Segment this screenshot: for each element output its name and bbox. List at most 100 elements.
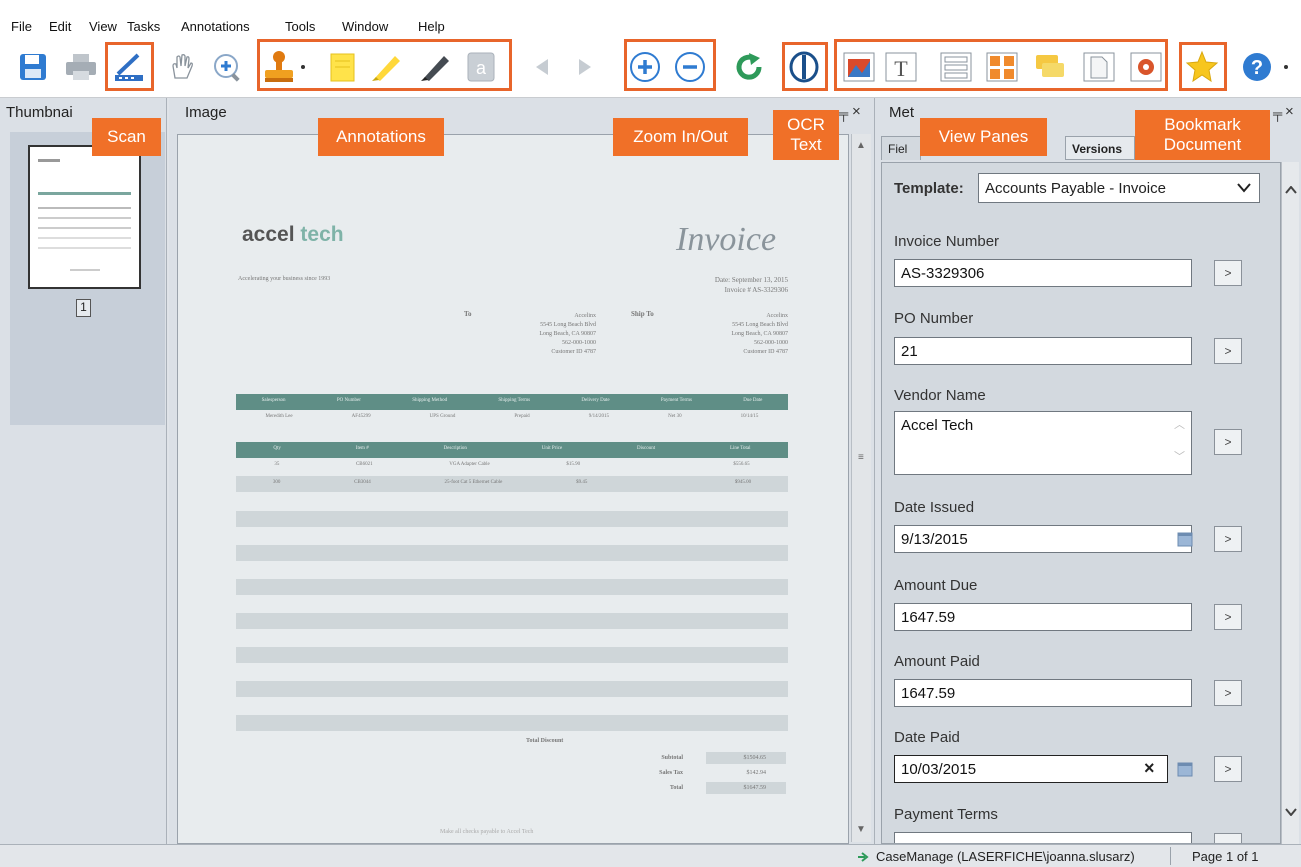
- invoice-tagline: Accelerating your business since 1993: [238, 276, 331, 282]
- pen-icon[interactable]: [417, 48, 455, 86]
- image-pane-title: Image: [185, 104, 227, 121]
- thumbnail-page[interactable]: [28, 145, 141, 289]
- menu-window[interactable]: Window: [342, 19, 388, 34]
- menu-annotations[interactable]: Annotations: [181, 19, 250, 34]
- zoom-out-icon[interactable]: [671, 48, 709, 86]
- items-table-row: 35 CB6021 VGA Adapter Cable $15.90 $556.65: [274, 462, 750, 467]
- versions-pane-icon[interactable]: [1080, 48, 1118, 86]
- amount-paid-field[interactable]: 1647.59: [894, 679, 1192, 707]
- tab-versions[interactable]: Versions: [1065, 136, 1135, 160]
- rotate-icon[interactable]: [730, 48, 768, 86]
- invoice-title: Invoice: [676, 221, 777, 258]
- menu-file[interactable]: File: [11, 19, 32, 34]
- text-pane-icon[interactable]: T: [882, 48, 920, 86]
- tab-fields[interactable]: Fiel: [881, 136, 921, 160]
- repository-arrow-icon: [858, 852, 869, 862]
- scroll-down-icon[interactable]: [1285, 808, 1297, 816]
- image-pane-icon[interactable]: [840, 48, 878, 86]
- svg-text:?: ?: [1251, 57, 1263, 79]
- invoice-logo: accel tech: [242, 223, 344, 246]
- zoom-in-icon[interactable]: [626, 48, 664, 86]
- menu-help[interactable]: Help: [418, 19, 445, 34]
- invoice-number-expand-button[interactable]: >: [1214, 260, 1242, 286]
- menu-bar: File Edit View Tasks Annotations Tools W…: [0, 0, 1301, 38]
- save-icon[interactable]: [14, 48, 52, 86]
- bookmark-star-icon[interactable]: [1183, 48, 1221, 86]
- scroll-up-icon[interactable]: ︿: [1174, 416, 1185, 432]
- po-number-field[interactable]: 21: [894, 337, 1192, 365]
- scroll-up-icon[interactable]: [1285, 186, 1297, 194]
- clear-icon[interactable]: ×: [1144, 758, 1155, 779]
- image-pane-close-icon[interactable]: ×: [852, 103, 861, 120]
- amount-due-expand-button[interactable]: >: [1214, 604, 1242, 630]
- items-table-row-blank: [236, 613, 788, 629]
- date-paid-field[interactable]: 10/03/2015: [894, 755, 1168, 783]
- scan-icon[interactable]: [110, 48, 148, 86]
- zoom-tool-icon[interactable]: [208, 48, 246, 86]
- ocr-callout: OCR Text: [773, 110, 839, 160]
- toolbar: a T ?: [0, 38, 1301, 98]
- invoice-number-field[interactable]: AS-3329306: [894, 259, 1192, 287]
- metadata-form: Template: Accounts Payable - Invoice Inv…: [881, 162, 1281, 844]
- invoice-number: Invoice # AS-3329306: [724, 286, 788, 294]
- items-table-header-labels: Qty Item # Description Unit Price Discount Li…: [273, 446, 751, 451]
- help-icon[interactable]: ?: [1238, 48, 1276, 86]
- invoice-document: accel tech Invoice Accelerating your bus…: [177, 134, 849, 844]
- amount-due-field[interactable]: 1647.59: [894, 603, 1192, 631]
- chevron-down-icon: [1237, 183, 1251, 193]
- items-table-row-blank: [236, 511, 788, 527]
- items-table-row-blank: [236, 715, 788, 731]
- menu-tools[interactable]: Tools: [285, 19, 315, 34]
- ship-to-label: Ship To: [631, 310, 654, 318]
- image-vertical-scrollbar[interactable]: ▲ ≡ ▼: [851, 134, 871, 842]
- scroll-down-icon[interactable]: ﹀: [1174, 448, 1185, 464]
- menu-edit[interactable]: Edit: [49, 19, 71, 34]
- date-issued-expand-button[interactable]: >: [1214, 526, 1242, 552]
- amount-paid-expand-button[interactable]: >: [1214, 680, 1242, 706]
- ocr-text-icon[interactable]: [785, 48, 823, 86]
- annotations-callout: Annotations: [318, 118, 444, 156]
- image-pane-pin-icon[interactable]: ╤: [839, 106, 848, 121]
- amount-paid-label: Amount Paid: [894, 653, 980, 670]
- po-number-expand-button[interactable]: >: [1214, 338, 1242, 364]
- menu-tasks[interactable]: Tasks: [127, 19, 160, 34]
- date-paid-expand-button[interactable]: >: [1214, 756, 1242, 782]
- scan-callout: Scan: [92, 118, 161, 156]
- payment-terms-expand-button[interactable]: >: [1214, 833, 1242, 843]
- metadata-pane: Met ╤ × Fiel Versions Template: Accounts…: [874, 98, 1301, 844]
- annotations-pane-icon[interactable]: [1030, 48, 1068, 86]
- date-issued-field[interactable]: 9/13/2015: [894, 525, 1192, 553]
- to-label: To: [464, 310, 472, 318]
- metadata-pane-close-icon[interactable]: ×: [1285, 103, 1294, 120]
- highlighter-icon[interactable]: [368, 48, 406, 86]
- sticky-note-icon[interactable]: [323, 48, 361, 86]
- page-indicator: Page 1 of 1: [1192, 849, 1259, 864]
- calendar-icon[interactable]: [1177, 531, 1193, 547]
- stamp-dropdown-icon[interactable]: [296, 48, 310, 86]
- metadata-pane-pin-icon[interactable]: ╤: [1273, 106, 1282, 121]
- calendar-icon[interactable]: [1177, 761, 1193, 777]
- payment-terms-field[interactable]: [894, 832, 1192, 843]
- next-page-icon[interactable]: [566, 48, 604, 86]
- pan-hand-icon[interactable]: [163, 48, 201, 86]
- vendor-name-field[interactable]: Accel Tech ︿ ﹀: [894, 411, 1192, 475]
- bookmark-callout: Bookmark Document: [1135, 110, 1270, 160]
- amount-due-label: Amount Due: [894, 577, 978, 594]
- thumbnails-pane: Thumbnai 1: [0, 98, 167, 844]
- fields-pane-icon[interactable]: [937, 48, 975, 86]
- print-icon[interactable]: [62, 48, 100, 86]
- app-window: File Edit View Tasks Annotations Tools W…: [0, 0, 1301, 867]
- metadata-pane-title: Met: [889, 104, 915, 121]
- thumbnails-pane-icon[interactable]: [983, 48, 1021, 86]
- metadata-scrollbar[interactable]: [1281, 162, 1299, 844]
- template-select[interactable]: Accounts Payable - Invoice: [978, 173, 1260, 203]
- previous-page-icon[interactable]: [523, 48, 561, 86]
- repository-status: CaseManage (LASERFICHE\joanna.slusarz): [876, 849, 1135, 864]
- invoice-date: Date: September 13, 2015: [714, 276, 788, 284]
- text-annotation-icon[interactable]: a: [462, 48, 500, 86]
- stamp-icon[interactable]: [260, 48, 298, 86]
- menu-view[interactable]: View: [89, 19, 117, 34]
- toolbar-overflow-icon[interactable]: [1278, 48, 1294, 86]
- vendor-name-expand-button[interactable]: >: [1214, 429, 1242, 455]
- properties-pane-icon[interactable]: [1127, 48, 1165, 86]
